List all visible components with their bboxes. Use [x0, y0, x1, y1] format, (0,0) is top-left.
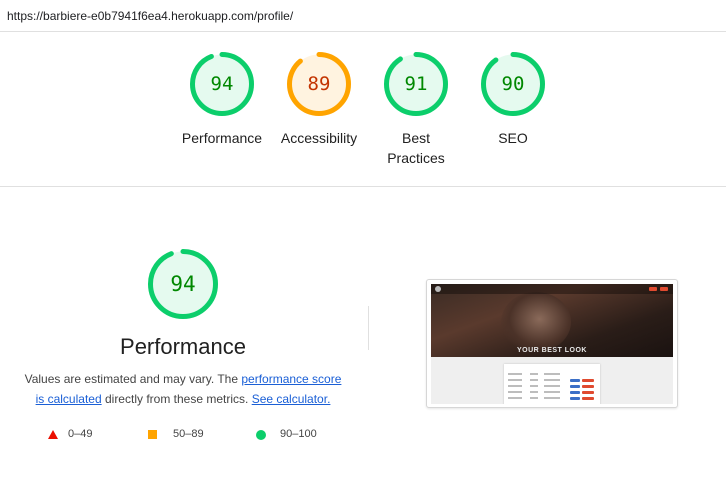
gauge-score: 89 — [307, 73, 331, 95]
delete-button — [582, 391, 594, 394]
page-screenshot[interactable]: YOUR BEST LOOK — [426, 279, 678, 408]
hero-image: YOUR BEST LOOK — [431, 284, 673, 357]
detail-description: Values are estimated and may vary. The p… — [20, 369, 346, 409]
detail-title: Performance — [120, 334, 246, 359]
card-row — [508, 385, 596, 388]
edit-button — [570, 379, 580, 382]
edit-button — [570, 391, 580, 394]
gauge-score: 91 — [404, 73, 428, 95]
score-gauges: 94 Performance 89 Accessibility 91 Best … — [0, 32, 726, 187]
cell — [544, 397, 560, 399]
legend-fail: 0–49 — [48, 427, 128, 443]
nav-button — [660, 287, 668, 291]
delete-button — [582, 379, 594, 382]
cell — [544, 379, 560, 381]
site-logo-icon — [435, 286, 441, 292]
screenshot-content: YOUR BEST LOOK — [431, 284, 673, 404]
desc-prefix: Values are estimated and may vary. The — [24, 372, 242, 386]
nav-button — [649, 287, 657, 291]
detail-score: 94 — [170, 272, 196, 296]
cell — [544, 385, 560, 387]
gauge-score: 94 — [210, 73, 234, 95]
legend-pass: 90–100 — [256, 427, 346, 443]
cell — [508, 379, 522, 381]
legend-average: 50–89 — [148, 427, 238, 443]
calculator-link[interactable]: See calculator. — [252, 392, 331, 406]
desc-middle: directly from these metrics. — [101, 392, 252, 406]
edit-button — [570, 397, 580, 400]
gauge-score: 90 — [501, 73, 525, 95]
divider — [368, 306, 369, 350]
delete-button — [582, 385, 594, 388]
appointments-card — [504, 364, 600, 404]
gauge-seo[interactable]: 90 SEO — [464, 51, 562, 148]
cell — [508, 391, 522, 393]
card-row — [508, 391, 596, 394]
cell — [530, 391, 538, 393]
gauge-best-practices[interactable]: 91 Best Practices — [367, 51, 465, 168]
gauge-ring: 91 — [383, 51, 449, 117]
gauge-label: Best Practices — [387, 130, 445, 166]
url-text[interactable]: https://barbiere-e0b7941f6ea4.herokuapp.… — [7, 9, 293, 23]
square-icon — [148, 430, 157, 439]
cell — [530, 379, 538, 381]
cell — [508, 397, 522, 399]
gauge-ring: 90 — [480, 51, 546, 117]
edit-button — [570, 385, 580, 388]
gauge-performance[interactable]: 94 Performance — [173, 51, 271, 148]
card-row — [508, 379, 596, 382]
gauge-ring: 94 — [189, 51, 255, 117]
triangle-icon — [48, 430, 58, 439]
circle-icon — [256, 430, 266, 440]
cell — [544, 373, 560, 375]
gauge-ring: 89 — [286, 51, 352, 117]
gauge-label: Accessibility — [280, 130, 358, 146]
cell — [508, 385, 522, 387]
legend-average-label: 50–89 — [173, 428, 204, 440]
gauge-accessibility[interactable]: 89 Accessibility — [270, 51, 368, 148]
hero-heading: YOUR BEST LOOK — [516, 347, 587, 354]
site-nav — [431, 284, 673, 294]
cell — [530, 385, 538, 387]
performance-detail-gauge: 94 — [147, 248, 219, 320]
cell — [544, 391, 560, 393]
gauge-label: Performance — [181, 130, 263, 146]
gauge-label: SEO — [498, 130, 528, 146]
cell — [508, 373, 522, 375]
card-row — [508, 397, 596, 400]
legend-pass-label: 90–100 — [280, 428, 317, 440]
delete-button — [582, 397, 594, 400]
barber-photo — [501, 292, 571, 352]
cell — [530, 397, 538, 399]
cell — [530, 373, 538, 375]
card-row — [508, 373, 596, 376]
address-bar[interactable]: https://barbiere-e0b7941f6ea4.herokuapp.… — [0, 0, 726, 32]
legend-fail-label: 0–49 — [68, 428, 93, 440]
